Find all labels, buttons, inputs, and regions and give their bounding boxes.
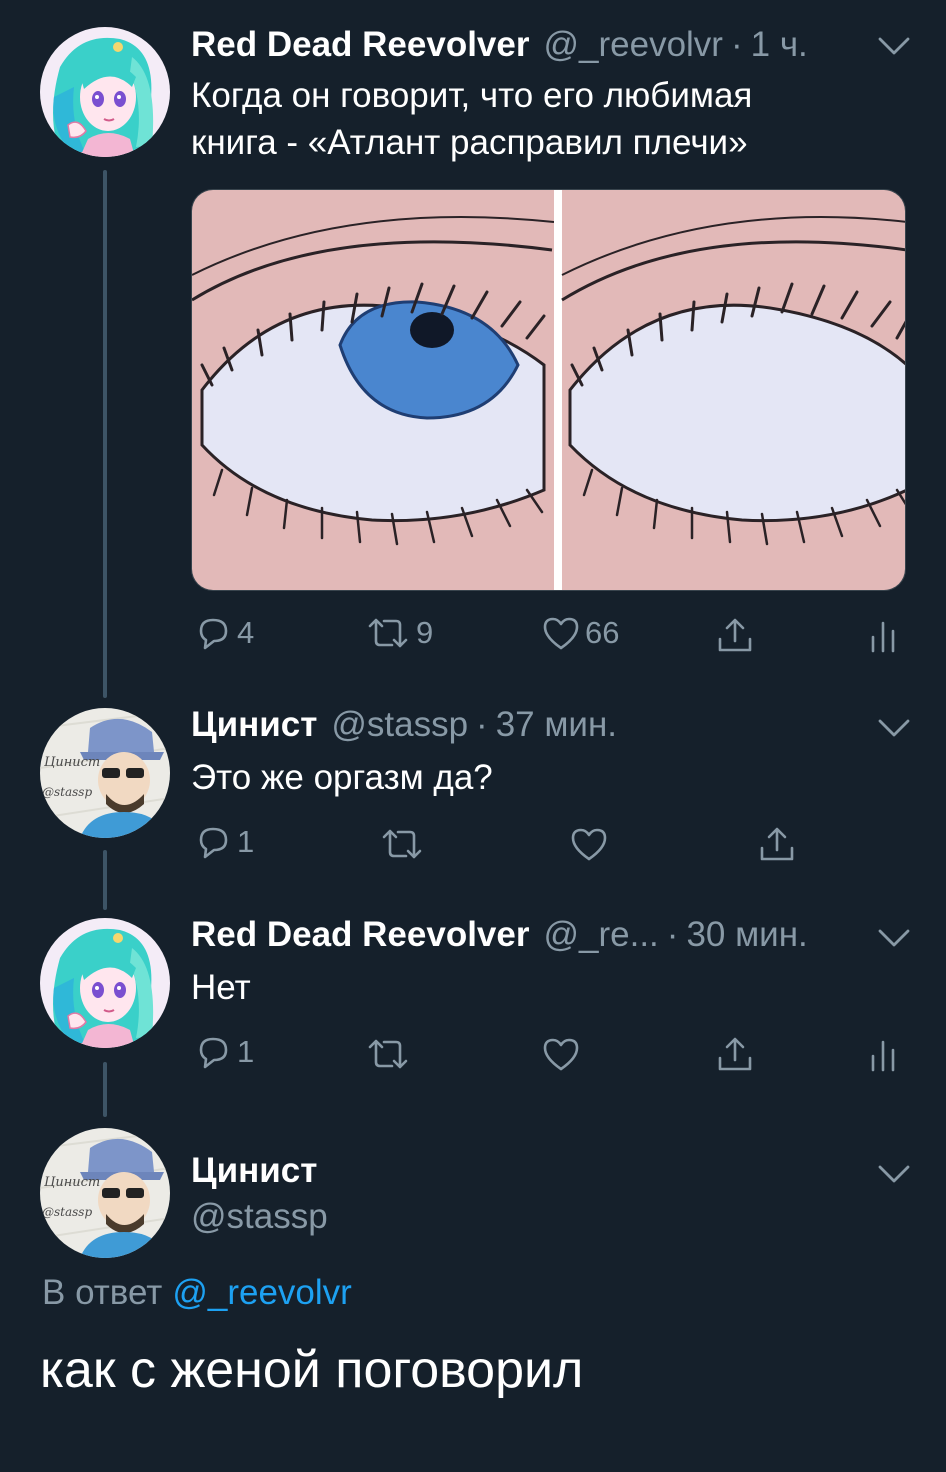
tweet-header: Red Dead Reevolver @_reevolvr · 1 ч.: [191, 20, 808, 70]
like-icon: [569, 824, 609, 864]
retweet-button[interactable]: [364, 1032, 412, 1076]
separator-dot: ·: [730, 25, 743, 64]
analytics-icon: [863, 1034, 903, 1074]
reply-icon: [193, 822, 233, 862]
tweet-text-line: Когда он говорит, что его любимая: [191, 76, 753, 115]
thread-line: [103, 170, 107, 698]
chevron-down-icon[interactable]: [876, 716, 912, 740]
share-icon: [715, 615, 755, 655]
main-tweet-text: как с женой поговорил: [40, 1341, 584, 1399]
separator-dot: ·: [476, 705, 488, 744]
thread-line: [103, 850, 107, 910]
tweet-text: Нет: [191, 968, 251, 1007]
meme-panel-right: [561, 190, 905, 590]
main-tweet-handle: @stassp: [191, 1192, 328, 1242]
user-handle[interactable]: @stassp: [331, 705, 468, 745]
analytics-button[interactable]: [863, 1032, 903, 1076]
retweet-button[interactable]: 9: [364, 611, 433, 655]
main-tweet-name: Цинист: [191, 1146, 317, 1196]
retweet-button[interactable]: [378, 822, 426, 866]
tweet-text: Когда он говорит, что его любимая книга …: [191, 72, 752, 166]
reply-count: 4: [237, 615, 255, 650]
tweet-text: Это же оргазм да?: [191, 758, 493, 797]
reply-button[interactable]: 4: [193, 611, 254, 655]
tweet-header: Red Dead Reevolver @_re... · 30 мин.: [191, 910, 808, 960]
display-name[interactable]: Red Dead Reevolver: [191, 915, 529, 955]
display-name[interactable]: Red Dead Reevolver: [191, 25, 529, 65]
reply-count: 1: [237, 824, 255, 859]
retweet-count: 9: [416, 615, 434, 650]
share-button[interactable]: [757, 822, 797, 866]
reply-icon: [193, 1032, 233, 1072]
timestamp[interactable]: 37 мин.: [496, 705, 617, 745]
timestamp[interactable]: 30 мин.: [686, 915, 807, 955]
like-button[interactable]: [569, 822, 609, 866]
like-button[interactable]: 66: [541, 611, 619, 655]
meme-panel-left: [192, 190, 555, 590]
display-name[interactable]: Цинист: [191, 1151, 317, 1191]
tweet-media[interactable]: [191, 189, 906, 591]
reply-to-mention[interactable]: @_reevolvr: [172, 1273, 351, 1312]
chevron-down-icon[interactable]: [876, 34, 912, 58]
tweet-text-line: книга - «Атлант расправил плечи»: [191, 123, 748, 162]
reply-button[interactable]: 1: [193, 820, 254, 864]
avatar[interactable]: [40, 27, 170, 157]
reply-icon: [193, 613, 233, 653]
separator-dot: ·: [666, 915, 679, 954]
share-icon: [757, 824, 797, 864]
reply-button[interactable]: 1: [193, 1030, 254, 1074]
user-handle[interactable]: @_reevolvr: [543, 25, 722, 65]
user-handle[interactable]: @_re...: [543, 915, 658, 955]
thread-line: [103, 1062, 107, 1117]
retweet-icon: [364, 613, 412, 653]
tweet-header: Цинист @stassp · 37 мин.: [191, 700, 617, 750]
timestamp[interactable]: 1 ч.: [751, 25, 808, 65]
meme-divider: [554, 190, 562, 590]
share-icon: [715, 1034, 755, 1074]
avatar[interactable]: [40, 1128, 170, 1258]
like-icon: [541, 1034, 581, 1074]
retweet-icon: [378, 824, 426, 864]
like-icon: [541, 613, 581, 653]
chevron-down-icon[interactable]: [876, 1162, 912, 1186]
share-button[interactable]: [715, 613, 755, 657]
chevron-down-icon[interactable]: [876, 926, 912, 950]
avatar[interactable]: [40, 918, 170, 1048]
reply-to-label: В ответ: [42, 1273, 163, 1312]
reply-count: 1: [237, 1034, 255, 1069]
reply-to-line: В ответ @_reevolvr: [42, 1273, 352, 1313]
like-button[interactable]: [541, 1032, 581, 1076]
avatar[interactable]: [40, 708, 170, 838]
share-button[interactable]: [715, 1032, 755, 1076]
display-name[interactable]: Цинист: [191, 705, 317, 745]
user-handle[interactable]: @stassp: [191, 1197, 328, 1237]
analytics-button[interactable]: [863, 613, 903, 657]
analytics-icon: [863, 615, 903, 655]
retweet-icon: [364, 1034, 412, 1074]
like-count: 66: [585, 615, 620, 650]
